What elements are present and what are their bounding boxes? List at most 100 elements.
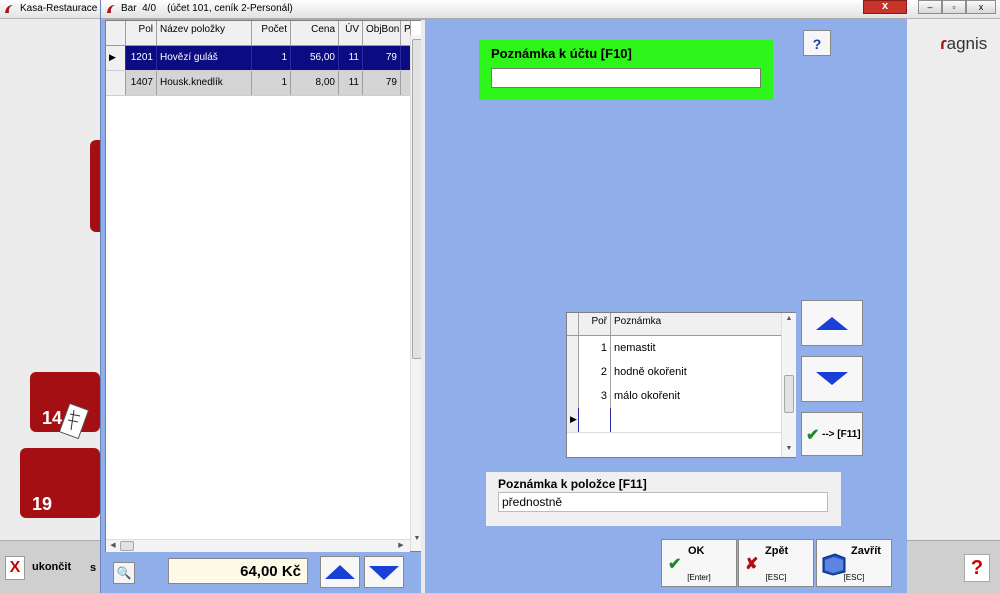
column-header[interactable]: Počet [252,21,291,45]
order-total: 64,00 Kč [168,558,308,584]
background-help-button[interactable]: ? [964,554,990,582]
items-down-button[interactable] [364,556,404,588]
ok-label: OK [688,545,705,557]
table-tile-19[interactable]: 19 [20,448,100,518]
note-order: 1 [579,336,611,360]
list-item[interactable]: 2 hodně okořenit [567,360,781,385]
back-shortcut: [ESC] [765,573,787,582]
account-note-input[interactable] [491,68,761,88]
dialog-logo-icon [107,5,115,13]
item-pol: 1407 [126,71,157,95]
note-text: přednostně [614,414,670,426]
row-pointer-icon: ▶ [567,408,579,432]
quit-icon[interactable]: X [5,556,25,580]
notes-table-header: Poř Poznámka [567,313,781,336]
column-header[interactable]: Název položky [157,21,252,45]
notes-up-button[interactable] [801,300,863,346]
note-order: 3 [579,384,611,408]
background-window-title: Kasa-Restaurace [20,3,98,14]
close-button[interactable]: Zavřít [ESC] [816,539,892,587]
account-note-label: Poznámka k účtu [F10] [491,46,632,61]
scroll-up-icon[interactable]: ▲ [782,315,796,322]
help-button[interactable]: ? [803,30,831,56]
scroll-right-icon[interactable]: ▶ [396,541,406,549]
item-note-label: Poznámka k položce [F11] [498,477,647,491]
dialog-title: Bar 4/0 (účet 101, ceník 2-Personál) [121,3,293,14]
header-indicator [567,313,579,335]
list-item[interactable]: ▶ 4 přednostně [567,408,781,433]
items-up-button[interactable] [320,556,360,588]
note-dialog: Bar 4/0 (účet 101, ceník 2-Personál) x P… [100,0,907,593]
header-indicator [106,21,126,45]
background-right-panel [906,19,1000,539]
item-uv: 11 [339,71,363,95]
arrow-down-icon [816,372,848,385]
arrow-up-icon [325,565,355,579]
table-tile-number: 19 [32,494,53,514]
items-table-header: Pol Název položky Počet Cena ÚV ObjBon P [106,21,411,46]
bottom-bar-fragment: s [90,562,97,574]
row-indicator [567,336,579,360]
notes-down-button[interactable] [801,356,863,402]
checkmark-icon: ✔ [668,556,682,573]
scroll-down-icon[interactable]: ▼ [782,445,796,452]
item-note-box: Poznámka k položce [F11] [486,472,841,526]
maximize-button[interactable]: ▫ [942,0,966,14]
note-text: málo okořenit [614,390,681,402]
table-row[interactable]: 1407 Housk.knedlík 1 8,00 11 79 [106,71,411,96]
note-order: 2 [579,360,611,384]
row-indicator [567,360,579,384]
column-header[interactable]: Pol [126,21,157,45]
column-header[interactable]: Cena [291,21,339,45]
scroll-left-icon[interactable]: ◀ [108,541,118,549]
items-horizontal-scrollbar[interactable]: ◀ ▶ [106,539,410,552]
checkmark-icon: ✔ [806,427,820,444]
column-header[interactable]: ObjBon [363,21,401,45]
minimize-button[interactable]: – [918,0,942,14]
predefined-notes-table: Poř Poznámka 1 nemastit 2 hodně okořenit… [566,312,796,458]
column-header[interactable]: Poznámka [611,313,781,335]
item-name: Housk.knedlík [157,71,252,95]
items-hscroll-thumb[interactable] [120,541,134,551]
brand-mark-icon: ɾ [940,34,947,53]
notes-vertical-scrollbar[interactable]: ▲ ▼ [781,313,796,457]
zoom-button[interactable]: 🔍 [113,562,135,584]
item-note-input[interactable] [498,492,828,512]
item-objbon: 79 [363,71,401,95]
arrow-up-icon [816,317,848,330]
back-button[interactable]: ✘ Zpět [ESC] [738,539,814,587]
quit-label[interactable]: ukončit [32,561,71,573]
arrow-down-icon [369,566,399,580]
item-name: Hovězí guláš [157,46,252,70]
dialog-close-button[interactable]: x [863,0,907,14]
brand-name: agnis [946,34,988,53]
app-logo-icon [5,5,13,13]
apply-note-button[interactable]: ✔ --> [F11] [801,412,863,456]
note-order: 4 [579,408,611,432]
item-count: 1 [252,71,291,95]
order-items-table: Pol Název položky Počet Cena ÚV ObjBon P… [105,20,423,552]
row-indicator [567,384,579,408]
list-item[interactable]: 3 málo okořenit [567,384,781,409]
row-indicator [106,71,126,95]
item-objbon: 79 [363,46,401,70]
column-header[interactable]: ÚV [339,21,363,45]
list-item[interactable]: 1 nemastit [567,336,781,361]
note-text: nemastit [614,342,656,354]
magnifier-icon: 🔍 [116,566,132,580]
table-row[interactable]: ▶ 1201 Hovězí guláš 1 56,00 11 79 [106,46,411,71]
apply-note-label: --> [F11] [822,429,861,440]
table-tile-14[interactable]: 14 [30,372,100,440]
item-price: 56,00 [291,46,339,70]
pane-divider [421,20,425,593]
ok-shortcut: [Enter] [687,573,711,582]
notes-scroll-thumb[interactable] [784,375,794,413]
background-close-button[interactable]: x [966,0,996,14]
receipt-icon [60,402,90,440]
account-note-box: Poznámka k účtu [F10] [479,40,773,100]
close-label: Zavřít [851,545,881,557]
column-header[interactable]: Poř [579,313,611,335]
cross-icon: ✘ [745,556,759,573]
close-shortcut: [ESC] [843,573,865,582]
ok-button[interactable]: ✔ OK [Enter] [661,539,737,587]
